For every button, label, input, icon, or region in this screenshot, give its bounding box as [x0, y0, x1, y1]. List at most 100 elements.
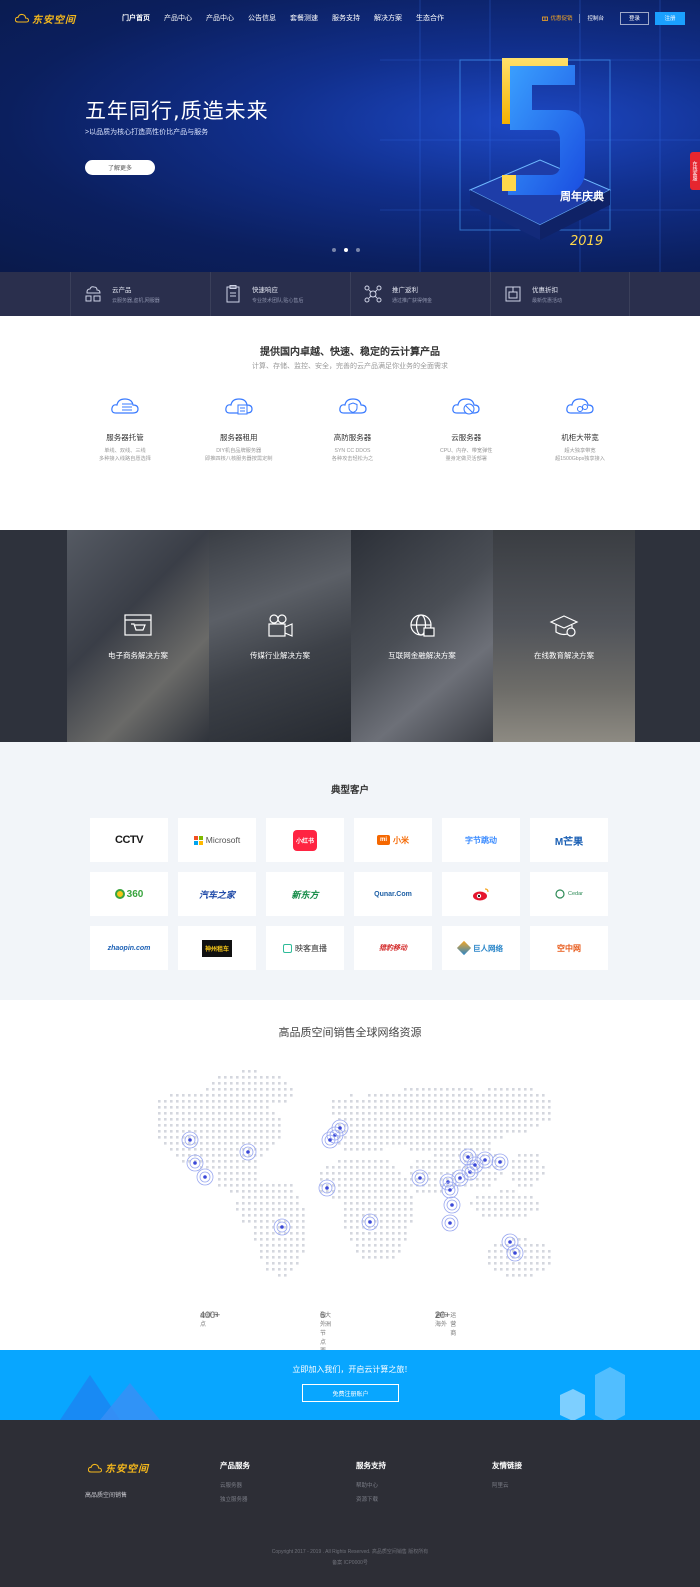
product-item-cloud-server[interactable]: 云服务器 CPU、内存、带宽弹性 量身定做灵活部署 — [416, 395, 516, 463]
login-button[interactable]: 登录 — [620, 11, 649, 25]
map-dot — [494, 1106, 497, 1109]
footer-link[interactable]: 云服务器 — [220, 1481, 250, 1489]
map-dot — [494, 1244, 497, 1247]
stat-label: 全球节点 — [200, 1313, 219, 1328]
map-dot — [344, 1166, 347, 1169]
map-dot — [164, 1124, 167, 1127]
online-service-tab[interactable]: 在线客服 — [690, 152, 700, 190]
map-dot — [356, 1124, 359, 1127]
map-dot — [380, 1106, 383, 1109]
console-link[interactable]: 控制台 — [587, 14, 604, 22]
solution-media[interactable]: 传媒行业解决方案 — [209, 530, 351, 742]
solution-ecommerce[interactable]: 电子商务解决方案 — [67, 530, 209, 742]
menu-item-home[interactable]: 门户首页 — [122, 13, 150, 23]
site-logo[interactable]: 东安空间 — [15, 11, 100, 26]
cta-register-button[interactable]: 免费注册账户 — [302, 1384, 399, 1402]
carousel-dot[interactable] — [332, 248, 336, 252]
map-dot — [224, 1112, 227, 1115]
map-dot — [290, 1190, 293, 1193]
promo-link[interactable]: 优惠促销 — [542, 14, 572, 22]
cloud-logo-icon — [15, 13, 29, 23]
map-dot — [194, 1112, 197, 1115]
map-dot — [524, 1154, 527, 1157]
map-dot — [380, 1208, 383, 1211]
map-dot — [374, 1160, 377, 1163]
strip-item-discount[interactable]: 优惠折扣 最新优惠活动 — [490, 272, 630, 316]
map-dot — [242, 1184, 245, 1187]
map-dot — [350, 1100, 353, 1103]
map-dot — [464, 1112, 467, 1115]
map-dot — [350, 1124, 353, 1127]
map-dot — [452, 1130, 455, 1133]
map-dot — [452, 1118, 455, 1121]
map-dot — [374, 1196, 377, 1199]
map-dot — [410, 1094, 413, 1097]
footer-link[interactable]: 阿里云 — [492, 1481, 522, 1489]
map-dot — [488, 1262, 491, 1265]
menu-item-products[interactable]: 产品中心 — [164, 13, 192, 23]
map-dot — [284, 1256, 287, 1259]
map-dot — [284, 1268, 287, 1271]
solution-education[interactable]: 在线教育解决方案 — [493, 530, 635, 742]
map-dot — [218, 1076, 221, 1079]
map-dot — [278, 1196, 281, 1199]
map-dot — [452, 1142, 455, 1145]
map-title: 高品质空间销售全球网络资源 — [278, 1026, 422, 1039]
map-dot — [290, 1232, 293, 1235]
strip-item-promotion[interactable]: 推广返利 通过推广获得佣金 — [350, 272, 490, 316]
map-dot — [176, 1100, 179, 1103]
map-dot — [410, 1208, 413, 1211]
menu-item-announcements[interactable]: 公告信息 — [248, 13, 276, 23]
hero-learn-more-button[interactable]: 了解更多 — [85, 160, 155, 175]
strip-item-cloud-product[interactable]: 云产品 云服务器,虚机,网服器 — [70, 272, 210, 316]
map-dot — [260, 1136, 263, 1139]
map-dot — [392, 1106, 395, 1109]
footer-link[interactable]: 帮助中心 — [356, 1481, 386, 1489]
map-dot — [524, 1274, 527, 1277]
map-dot — [380, 1190, 383, 1193]
product-item-rent[interactable]: 服务器租用 DIY机自品牌服务器 即推四核八核服务器按需定制 — [189, 395, 289, 463]
map-dot — [440, 1088, 443, 1091]
icp-text: 备案 ICP0000号 — [332, 1560, 368, 1566]
menu-item-support[interactable]: 服务支持 — [332, 13, 360, 23]
map-dot — [350, 1214, 353, 1217]
map-dot — [404, 1088, 407, 1091]
product-item-cabinet[interactable]: 机柜大带宽 超大独享带宽 超1500Gbps独享接入 — [530, 395, 630, 463]
footer-logo[interactable]: 东安空间 — [88, 1460, 149, 1475]
map-dot — [266, 1124, 269, 1127]
map-dot — [194, 1148, 197, 1151]
footer-link[interactable]: 独立服务器 — [220, 1495, 250, 1503]
map-dot — [530, 1172, 533, 1175]
map-dot — [296, 1214, 299, 1217]
carousel-dot[interactable] — [356, 248, 360, 252]
map-dot — [218, 1178, 221, 1181]
solution-finance[interactable]: 互联网金融解决方案 — [351, 530, 493, 742]
menu-item-products-2[interactable]: 产品中心 — [206, 13, 234, 23]
map-dot — [236, 1178, 239, 1181]
map-dot — [512, 1190, 515, 1193]
footer-link[interactable]: 资源下载 — [356, 1495, 386, 1503]
map-dot — [230, 1106, 233, 1109]
menu-item-speedtest[interactable]: 套餐测速 — [290, 13, 318, 23]
map-dot — [386, 1202, 389, 1205]
register-button[interactable]: 注册 — [655, 11, 685, 25]
map-dot — [380, 1244, 383, 1247]
map-dot — [536, 1166, 539, 1169]
map-dot — [236, 1100, 239, 1103]
menu-item-ecosystem[interactable]: 生态合作 — [416, 13, 444, 23]
map-dot — [512, 1112, 515, 1115]
carousel-dot-active[interactable] — [344, 248, 348, 252]
product-item-hosting[interactable]: 服务器托管 单线、双线、三线 多种接入线路自愿选择 — [75, 395, 175, 463]
map-dot — [530, 1100, 533, 1103]
map-dot — [266, 1196, 269, 1199]
map-dot — [482, 1124, 485, 1127]
map-dot — [416, 1088, 419, 1091]
menu-item-solutions[interactable]: 解决方案 — [374, 13, 402, 23]
map-dot — [488, 1112, 491, 1115]
map-dot — [536, 1124, 539, 1127]
map-dot — [278, 1082, 281, 1085]
map-dot — [416, 1142, 419, 1145]
map-dot — [242, 1208, 245, 1211]
strip-item-fast-response[interactable]: 快速响应 专业技术团队,贴心售后 — [210, 272, 350, 316]
product-item-ddos[interactable]: 高防服务器 SYN CC DDOS 各种攻击轻松为之 — [303, 395, 403, 463]
